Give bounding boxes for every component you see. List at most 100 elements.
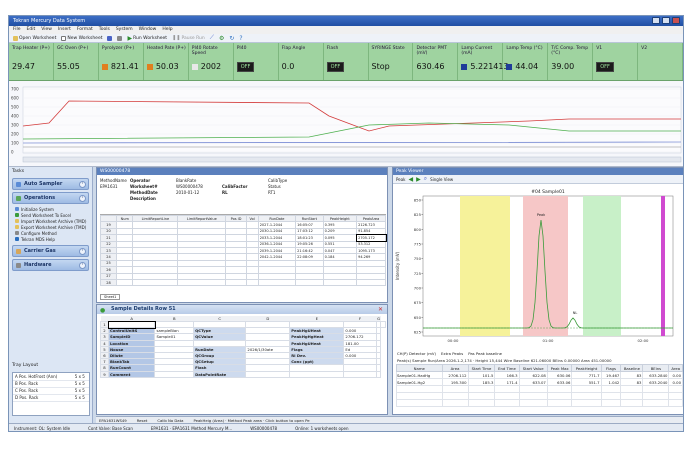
column-header[interactable]: Area <box>441 364 469 372</box>
table-cell[interactable] <box>225 278 247 287</box>
table-cell[interactable] <box>289 370 345 378</box>
list-item[interactable]: C Pos. Rack 5 x 5 <box>13 387 89 395</box>
column-header[interactable]: Baseline <box>620 364 644 372</box>
table-cell[interactable] <box>356 278 386 287</box>
timeline-scrollbar[interactable] <box>22 156 682 163</box>
table-cell[interactable]: Comment <box>107 370 156 378</box>
menu-window[interactable]: Window <box>139 26 157 34</box>
menu-edit[interactable]: Edit <box>27 26 36 34</box>
table-cell <box>396 385 443 393</box>
toggle-off-button[interactable]: OFF <box>596 62 614 72</box>
list-item[interactable]: A Pos. HotFrost (Ann) 5 x 5 <box>13 373 89 381</box>
chevron-up-icon[interactable]: ˄ <box>79 195 86 202</box>
table-cell[interactable] <box>132 278 179 287</box>
table-cell[interactable] <box>375 370 382 378</box>
new-worksheet-button[interactable]: New Worksheet <box>61 35 102 41</box>
minimize-button[interactable] <box>652 17 660 24</box>
status-cell: Lamp Temp (°C) 44.04 <box>503 43 549 80</box>
menu-file[interactable]: File <box>13 26 21 34</box>
table-cell[interactable] <box>295 278 324 287</box>
task-import-archive[interactable]: Import Worksheet Archive (TMD) <box>15 218 88 224</box>
table-cell[interactable] <box>380 320 386 329</box>
sheet-tab[interactable]: Sheet1 <box>100 294 121 300</box>
table-cell[interactable] <box>322 278 358 287</box>
menu-insert[interactable]: Insert <box>58 26 71 34</box>
table-cell[interactable] <box>154 370 195 378</box>
help-button[interactable]: ? <box>239 35 242 42</box>
column-header[interactable]: End Time <box>494 364 520 372</box>
list-item[interactable]: B Pos. Rack 5 x 5 <box>13 380 89 388</box>
status-value: 44.04 <box>515 62 539 71</box>
task-group-label: Hardware <box>24 262 52 268</box>
table-cell[interactable]: 28 <box>100 278 117 287</box>
peak-tool-button[interactable]: Peak <box>396 177 406 182</box>
print-icon <box>117 35 123 41</box>
task-export-archive[interactable]: Export Worksheet Archive (TMD) <box>15 224 88 230</box>
open-worksheet-button[interactable]: Open Worksheet <box>13 35 56 41</box>
table-row[interactable] <box>396 399 683 407</box>
menu-view[interactable]: View <box>41 26 52 34</box>
table-cell[interactable] <box>115 278 134 287</box>
pause-run-button[interactable]: ❚❚ Pause Run <box>172 35 205 41</box>
status-cell: Trap Heater (P+) 29.47 <box>9 43 54 80</box>
table-row[interactable]: 9 Comment DataPointRate <box>100 370 386 378</box>
close-icon[interactable]: ✕ <box>378 305 383 314</box>
column-header[interactable]: Flags <box>600 364 622 372</box>
menu-system[interactable]: System <box>116 26 133 34</box>
task-group-operations[interactable]: Operations ˄ <box>12 192 89 204</box>
save-button[interactable] <box>107 35 113 41</box>
close-button[interactable] <box>672 17 680 24</box>
table-cell[interactable]: DataPointRate <box>193 370 247 378</box>
table-row[interactable] <box>396 392 683 400</box>
single-view-button[interactable]: Single View <box>430 177 453 182</box>
sample-details-grid[interactable]: A B C D E F G 1 2 ControlUnitS sampleBlan QCType Pea… <box>100 316 386 408</box>
status-label: Trap Heater (P+) <box>12 46 50 51</box>
task-group-carrier-gas[interactable]: Carrier Gas ˅ <box>12 245 89 257</box>
table-cell[interactable] <box>257 278 297 287</box>
forward-icon[interactable]: ▶ <box>416 176 421 183</box>
column-header[interactable]: BEins <box>642 364 670 372</box>
menu-format[interactable]: Format <box>77 26 93 34</box>
table-row[interactable]: Sample01-Hg2 195.300 185.3 171.4 633.07 633.0… <box>396 378 683 386</box>
run-worksheet-button[interactable]: ▶ Run Worksheet <box>127 35 167 42</box>
task-group-hardware[interactable]: Hardware ˅ <box>12 259 89 271</box>
table-row[interactable]: Sample01-HadHg 2706.112 101.5 166.3 622.08 63… <box>396 371 683 379</box>
table-cell <box>546 399 573 407</box>
worksheet-header-field: BlankRate <box>176 177 197 183</box>
maximize-button[interactable] <box>662 17 670 24</box>
worksheet-grid[interactable]: Num LimitReportLine LimitReportValue Pos ID… <box>100 214 387 294</box>
column-header[interactable]: Area <box>668 364 683 372</box>
zoom-icon[interactable]: ⌕ <box>424 175 427 183</box>
column-header[interactable]: Name <box>396 364 443 372</box>
table-cell[interactable] <box>245 370 291 378</box>
sampler-icon <box>16 181 21 187</box>
table-cell[interactable] <box>245 278 259 287</box>
task-help[interactable]: Tekran MDS Help <box>15 236 88 242</box>
chevron-down-icon[interactable]: ˅ <box>79 248 86 255</box>
table-row[interactable]: 28 <box>100 278 386 287</box>
chevron-down-icon[interactable]: ˅ <box>79 262 86 269</box>
menu-help[interactable]: Help <box>162 26 172 34</box>
chart-tools-button[interactable]: ⟋ <box>210 34 214 42</box>
list-item[interactable]: D Pos. Rack 5 x 5 <box>13 394 89 402</box>
column-header[interactable]: PeakHeight <box>571 364 602 372</box>
settings-button[interactable]: ⚙ <box>219 35 224 42</box>
column-header[interactable]: Start Value <box>518 364 548 372</box>
print-button[interactable] <box>117 35 123 41</box>
chevron-down-icon[interactable]: ˅ <box>79 181 86 188</box>
refresh-button[interactable]: ↻ <box>229 35 234 42</box>
table-cell[interactable] <box>343 370 377 378</box>
toggle-off-button[interactable]: OFF <box>326 62 345 72</box>
sample-icon: ● <box>100 307 106 314</box>
task-group-auto-sampler[interactable]: Auto Sampler ˅ <box>12 178 89 190</box>
column-header[interactable]: Start Time <box>467 364 496 372</box>
toggle-off-button[interactable]: OFF <box>236 62 255 72</box>
table-cell[interactable] <box>177 278 227 287</box>
back-icon[interactable]: ◀ <box>409 176 414 183</box>
status-value: 39.00 <box>551 62 575 71</box>
timeline-tick-label: 300 <box>11 123 19 128</box>
table-row[interactable] <box>396 385 683 393</box>
column-header[interactable]: Peak Max <box>546 364 573 372</box>
workspace: Tasks Auto Sampler ˅ Operations ˄ Initiali… <box>9 167 683 423</box>
menu-tools[interactable]: Tools <box>99 26 110 34</box>
